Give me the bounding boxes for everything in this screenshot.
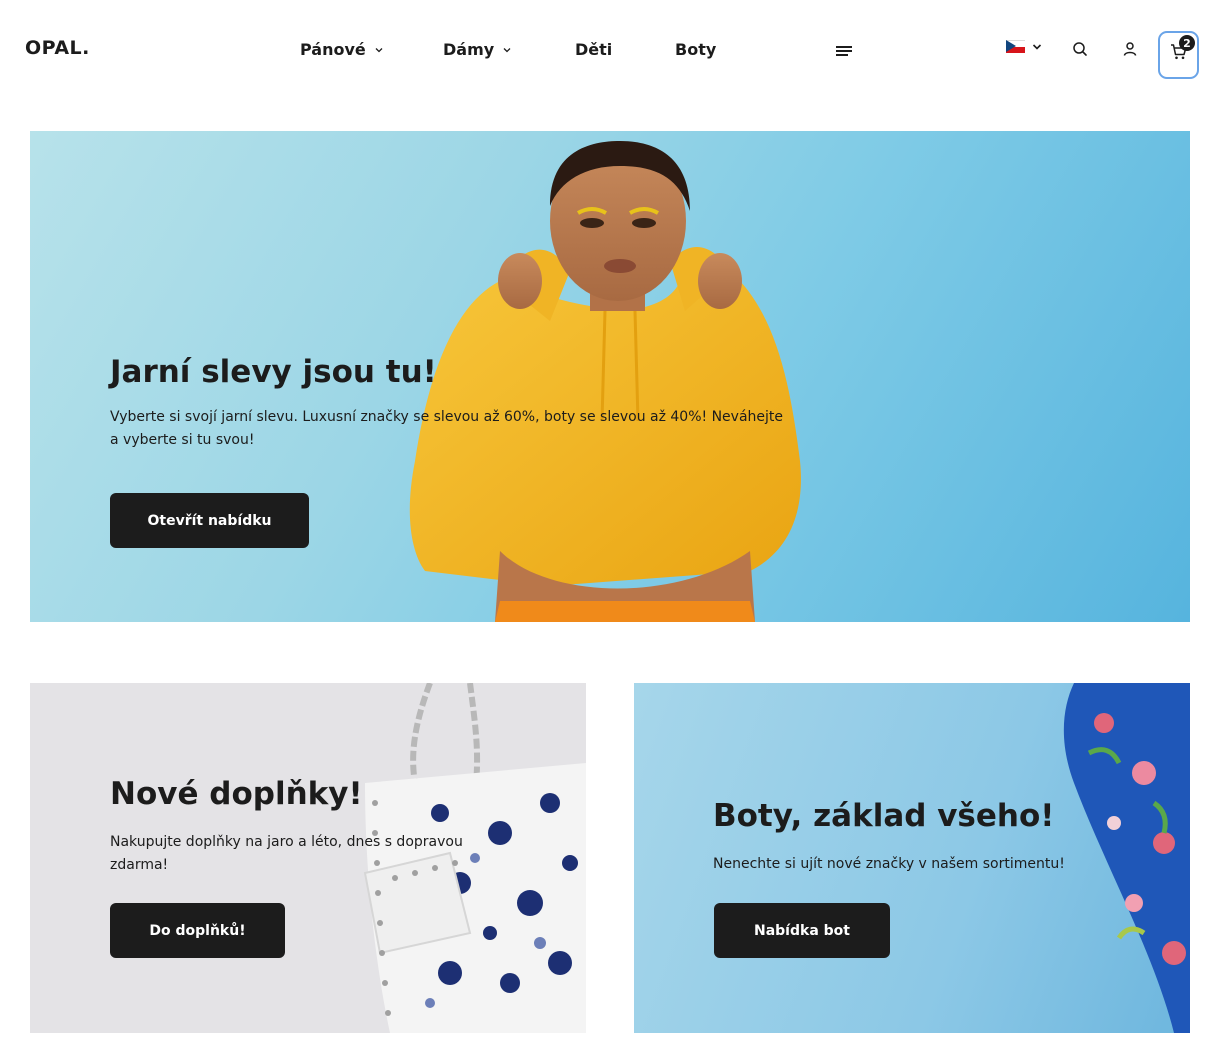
czech-flag-icon <box>1006 40 1025 53</box>
user-icon <box>1123 42 1137 56</box>
nav-item-label: Dámy <box>443 40 495 59</box>
accessories-title: Nové doplňky! <box>110 776 363 812</box>
nav-item-damy[interactable]: Dámy <box>443 40 512 59</box>
accessories-description: Nakupujte doplňky na jaro a léto, dnes s… <box>110 834 463 873</box>
open-offer-button[interactable]: Otevřít nabídku <box>110 493 309 548</box>
shoes-title: Boty, základ všeho! <box>713 798 1055 834</box>
search-button[interactable] <box>1069 38 1091 60</box>
nav-item-deti[interactable]: Děti <box>575 40 612 59</box>
shoes-offer-button[interactable]: Nabídka bot <box>714 903 890 958</box>
to-accessories-button[interactable]: Do doplňků! <box>110 903 285 958</box>
search-icon <box>1073 42 1087 56</box>
hero-description: Vyberte si svojí jarní slevu. Luxusní zn… <box>110 409 783 448</box>
cart-button[interactable]: 2 <box>1158 31 1199 79</box>
account-button[interactable] <box>1119 38 1141 60</box>
nav-item-panove[interactable]: Pánové <box>300 40 384 59</box>
site-header: OPAL. Pánové Dámy Děti Boty 2 <box>0 0 1217 100</box>
nav-item-label: Pánové <box>300 40 366 59</box>
chevron-down-icon <box>1032 43 1042 50</box>
promo-card-shoes: Boty, základ všeho! Nenechte si ujít nov… <box>634 683 1190 1033</box>
hamburger-icon[interactable] <box>836 44 854 58</box>
chevron-down-icon <box>375 47 383 52</box>
language-selector[interactable] <box>1006 40 1043 53</box>
promo-card-accessories: Nové doplňky! Nakupujte doplňky na jaro … <box>30 683 586 1033</box>
site-logo[interactable]: OPAL. <box>25 37 90 59</box>
chevron-down-icon <box>503 47 511 52</box>
shoes-description: Nenechte si ujít nové značky v našem sor… <box>713 856 1065 872</box>
nav-item-label: Boty <box>675 40 717 59</box>
nav-item-boty[interactable]: Boty <box>675 40 716 59</box>
hero-banner: Jarní slevy jsou tu! Vyberte si svojí ja… <box>30 131 1190 622</box>
cart-count-badge: 2 <box>1179 35 1195 51</box>
hero-title: Jarní slevy jsou tu! <box>110 354 437 390</box>
nav-item-label: Děti <box>575 40 613 59</box>
